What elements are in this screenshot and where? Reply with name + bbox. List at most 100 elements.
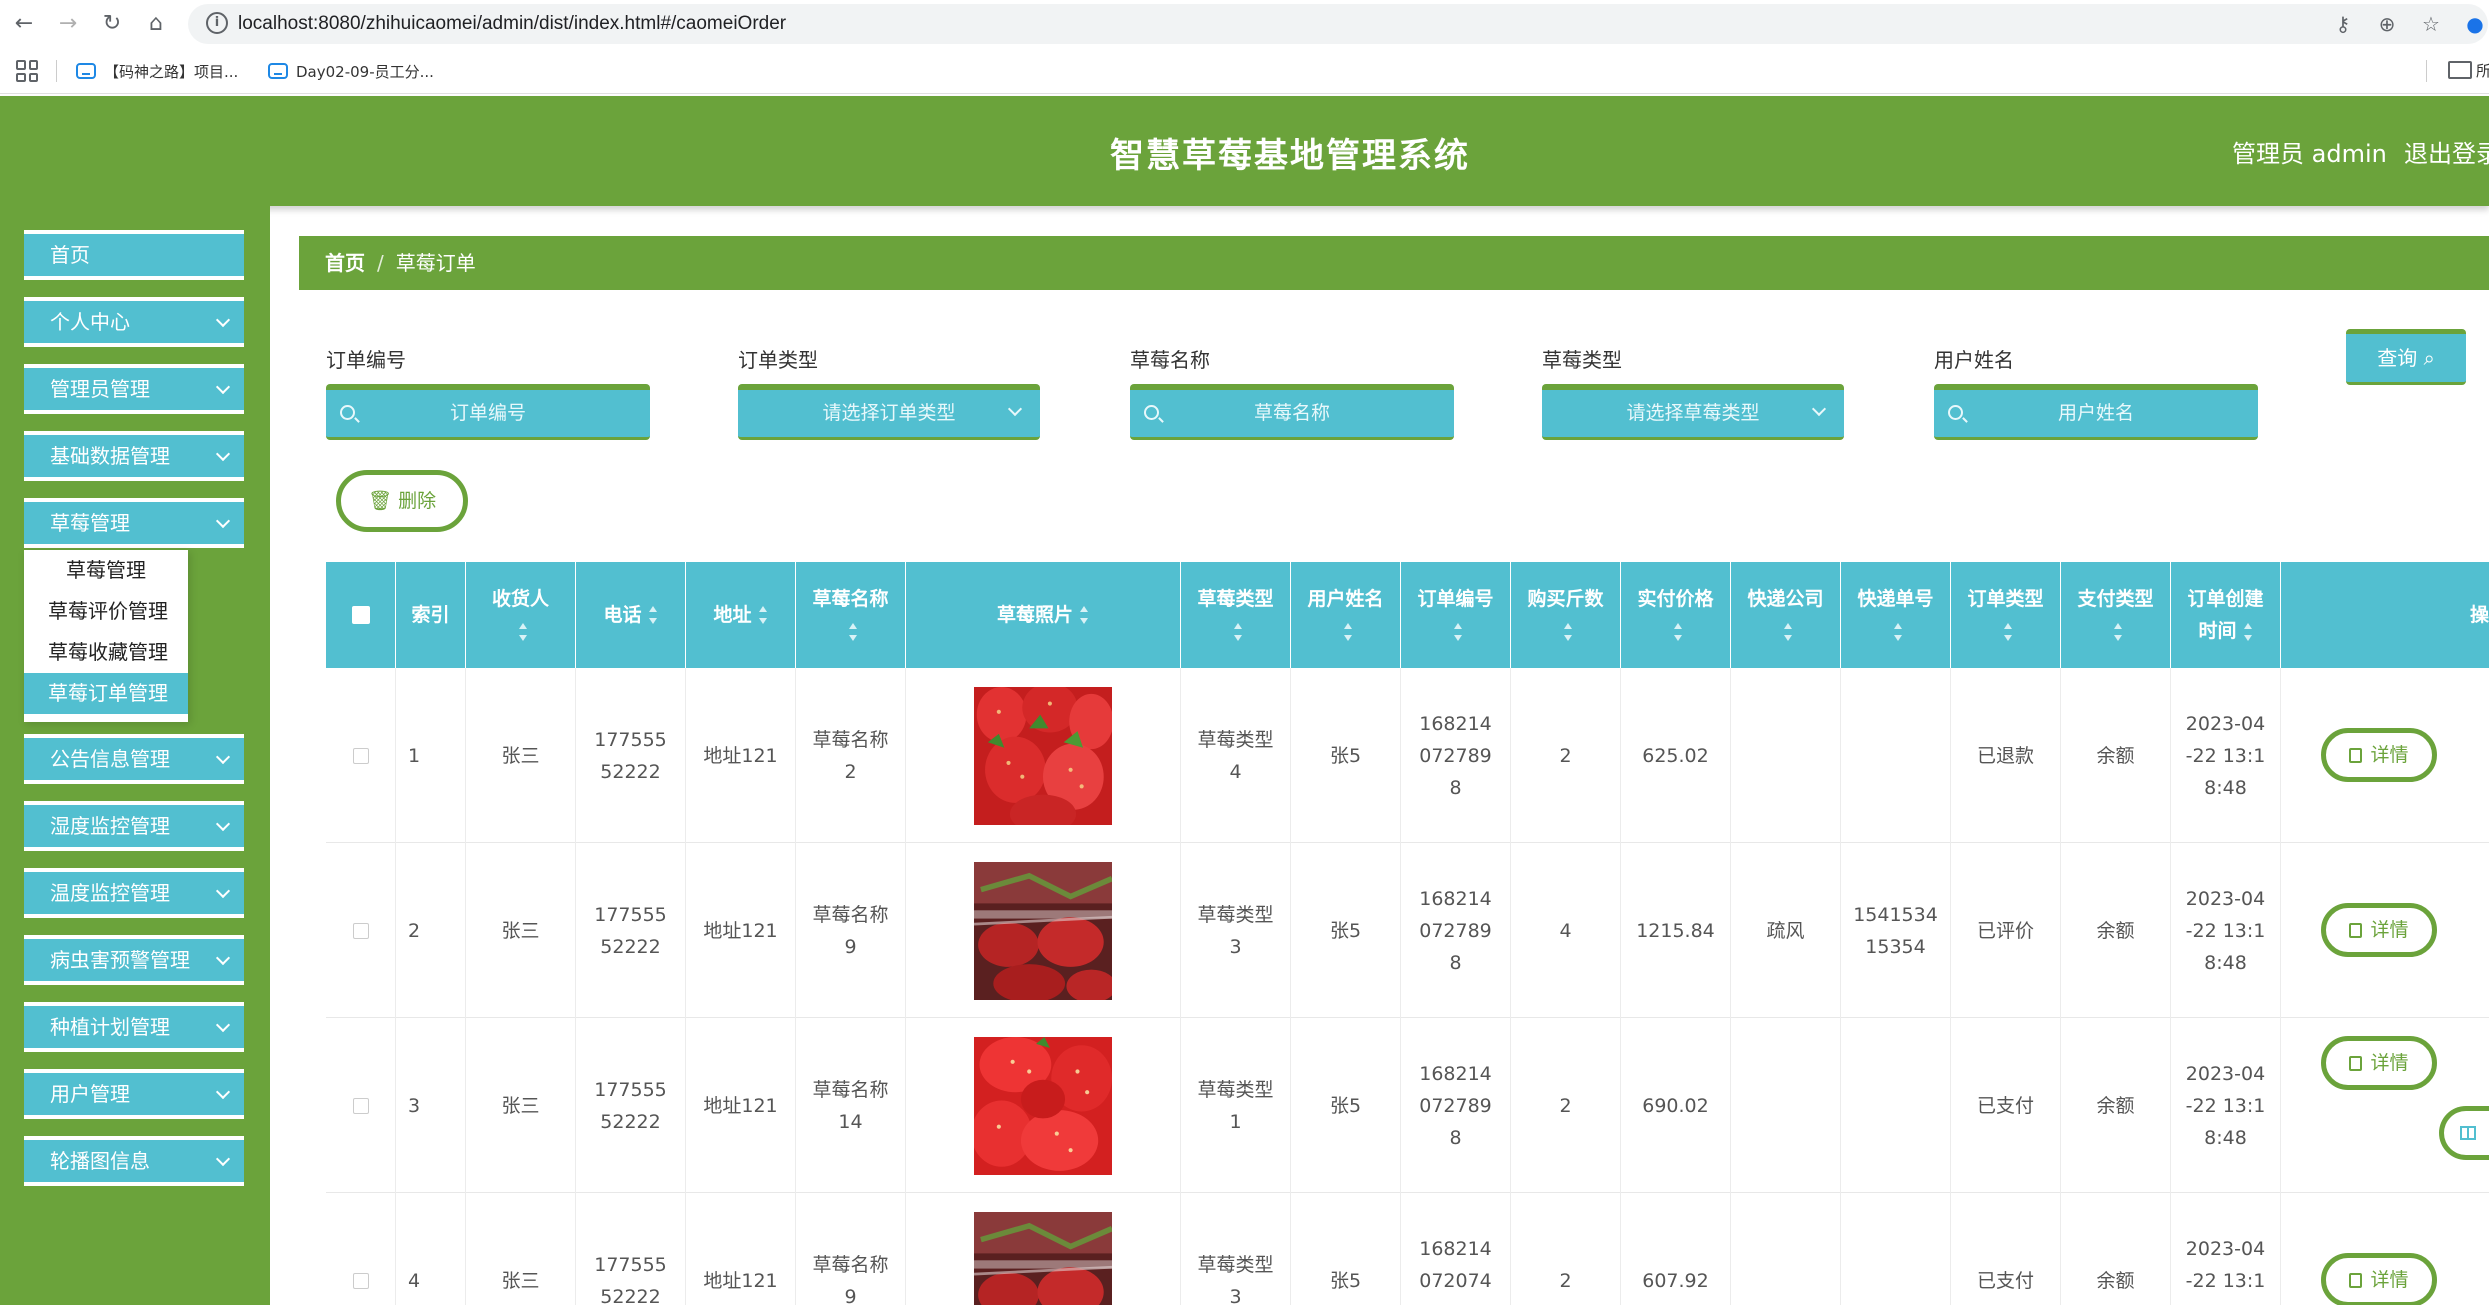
strawberry-photo[interactable] (974, 1211, 1112, 1305)
address-bar[interactable]: i localhost:8080/zhihuicaomei/admin/dist… (188, 4, 2488, 44)
detail-button[interactable]: 详情 (2321, 1253, 2437, 1305)
col-pay-type[interactable]: 支付类型 (2061, 562, 2171, 668)
row-checkbox[interactable] (352, 747, 369, 764)
col-photo[interactable]: 草莓照片 (906, 562, 1181, 668)
detail-button[interactable]: 详情 (2321, 728, 2437, 782)
col-receiver[interactable]: 收货人 (466, 562, 576, 668)
berry (1037, 916, 1104, 967)
sidebar-item-humidity[interactable]: 湿度监控管理 (24, 801, 244, 851)
col-phone-label: 电话 (603, 604, 642, 626)
row-checkbox[interactable] (352, 1097, 369, 1114)
sort-icon[interactable] (1783, 622, 1793, 641)
bookmark-item[interactable]: Day02-09-员工分... (268, 58, 434, 84)
col-address[interactable]: 地址 (686, 562, 796, 668)
bookmark-item[interactable]: 【码神之路】项目... (76, 58, 238, 84)
order-no-input[interactable]: 订单编号 (326, 384, 650, 440)
row-checkbox[interactable] (352, 922, 369, 939)
sidebar-item-planting-plan[interactable]: 种植计划管理 (24, 1002, 244, 1052)
submenu-item-favorites[interactable]: 草莓收藏管理 (24, 632, 188, 673)
query-button[interactable]: 查询 ⌕ (2346, 329, 2466, 385)
cell-address: 地址121 (686, 843, 796, 1018)
sidebar-item-temperature[interactable]: 温度监控管理 (24, 868, 244, 918)
delete-button[interactable]: 🗑 删除 (336, 470, 468, 532)
document-icon (2349, 748, 2363, 763)
order-type-placeholder: 请选择订单类型 (822, 402, 956, 424)
sort-icon[interactable] (1343, 622, 1353, 641)
apps-grid-icon[interactable] (16, 60, 38, 82)
zoom-icon[interactable]: ⊕ (2374, 11, 2400, 37)
bookmarks-folder-label[interactable]: 所 (2476, 60, 2489, 81)
password-key-icon[interactable]: ⚷ (2330, 11, 2356, 37)
sidebar-item-home[interactable]: 首页 (24, 230, 244, 280)
folder-icon[interactable] (2448, 61, 2472, 79)
strawberry-photo[interactable] (974, 686, 1112, 825)
profile-icon[interactable]: ● (2462, 11, 2488, 37)
detail-button[interactable]: 详情 (2321, 903, 2437, 957)
strawberry-photo[interactable] (974, 861, 1112, 1000)
sidebar-item-admins[interactable]: 管理员管理 (24, 364, 244, 414)
sort-icon[interactable] (2003, 622, 2013, 641)
sidebar-item-basic-data[interactable]: 基础数据管理 (24, 431, 244, 481)
col-price[interactable]: 实付价格 (1621, 562, 1731, 668)
sort-icon[interactable] (2113, 622, 2123, 641)
sort-icon[interactable] (1453, 622, 1463, 641)
sort-icon[interactable] (1233, 622, 1243, 641)
sort-icon[interactable] (1563, 622, 1573, 641)
col-order-no[interactable]: 订单编号 (1401, 562, 1511, 668)
berry-type-select[interactable]: 请选择草莓类型 (1542, 384, 1844, 440)
table-header: 索引 收货人 电话 地址 草莓名称 草莓照片 草莓类型 用户姓名 订单编号 购买… (326, 562, 2489, 668)
sort-icon[interactable] (1893, 622, 1903, 641)
submenu-item-orders[interactable]: 草莓订单管理 (24, 673, 188, 714)
sort-icon[interactable] (848, 622, 858, 641)
cell-qty: 2 (1511, 1018, 1621, 1193)
col-courier[interactable]: 快递公司 (1731, 562, 1841, 668)
forward-icon[interactable]: → (52, 8, 84, 40)
order-type-select[interactable]: 请选择订单类型 (738, 384, 1040, 440)
sort-icon[interactable] (2243, 622, 2253, 641)
detail-button[interactable]: 详情 (2321, 1036, 2437, 1090)
logout-button[interactable]: 退出登录 (2404, 134, 2489, 169)
submenu-item-strawberry[interactable]: 草莓管理 (24, 550, 188, 591)
seed (1068, 767, 1073, 772)
sidebar-item-users[interactable]: 用户管理 (24, 1069, 244, 1119)
row-select-cell (326, 668, 396, 843)
home-icon[interactable]: ⌂ (140, 8, 172, 40)
sort-icon[interactable] (518, 622, 528, 641)
col-name-label: 草莓名称 (812, 588, 889, 610)
bookmark-star-icon[interactable]: ☆ (2418, 11, 2444, 37)
user-name-input[interactable]: 用户姓名 (1934, 384, 2258, 440)
cell-address: 地址121 (686, 1193, 796, 1305)
col-created[interactable]: 订单创建时间 (2171, 562, 2281, 668)
col-user[interactable]: 用户姓名 (1291, 562, 1401, 668)
sort-icon[interactable] (1079, 606, 1089, 624)
sidebar-item-announcements[interactable]: 公告信息管理 (24, 734, 244, 784)
sidebar-item-pest-warning[interactable]: 病虫害预警管理 (24, 935, 244, 985)
col-order-type[interactable]: 订单类型 (1951, 562, 2061, 668)
strawberry-photo[interactable] (974, 1036, 1112, 1175)
col-qty[interactable]: 购买斤数 (1511, 562, 1621, 668)
site-info-icon[interactable]: i (206, 12, 228, 34)
sort-icon[interactable] (758, 606, 768, 624)
berry-name-input[interactable]: 草莓名称 (1130, 384, 1454, 440)
row-checkbox[interactable] (352, 1272, 369, 1289)
sidebar-item-carousel[interactable]: 轮播图信息 (24, 1136, 244, 1186)
breadcrumb-home[interactable]: 首页 (325, 251, 365, 275)
col-name[interactable]: 草莓名称 (796, 562, 906, 668)
select-all-checkbox[interactable] (351, 606, 370, 624)
col-type[interactable]: 草莓类型 (1181, 562, 1291, 668)
sidebar-item-profile[interactable]: 个人中心 (24, 297, 244, 347)
back-icon[interactable]: ← (8, 8, 40, 40)
sidebar-item-strawberry[interactable]: 草莓管理 (24, 498, 244, 548)
url-text[interactable]: localhost:8080/zhihuicaomei/admin/dist/i… (238, 13, 786, 35)
col-tracking[interactable]: 快递单号 (1841, 562, 1951, 668)
extra-action-button[interactable] (2439, 1106, 2489, 1160)
sort-icon[interactable] (1673, 622, 1683, 641)
cell-user: 张5 (1291, 843, 1401, 1018)
bookmarks-divider (56, 60, 57, 82)
reload-icon[interactable]: ↻ (96, 8, 128, 40)
cell-phone: 17755552222 (576, 843, 686, 1018)
cell-order-no: 1682140720746 (1401, 1193, 1511, 1305)
sort-icon[interactable] (648, 606, 658, 624)
submenu-item-reviews[interactable]: 草莓评价管理 (24, 591, 188, 632)
col-phone[interactable]: 电话 (576, 562, 686, 668)
